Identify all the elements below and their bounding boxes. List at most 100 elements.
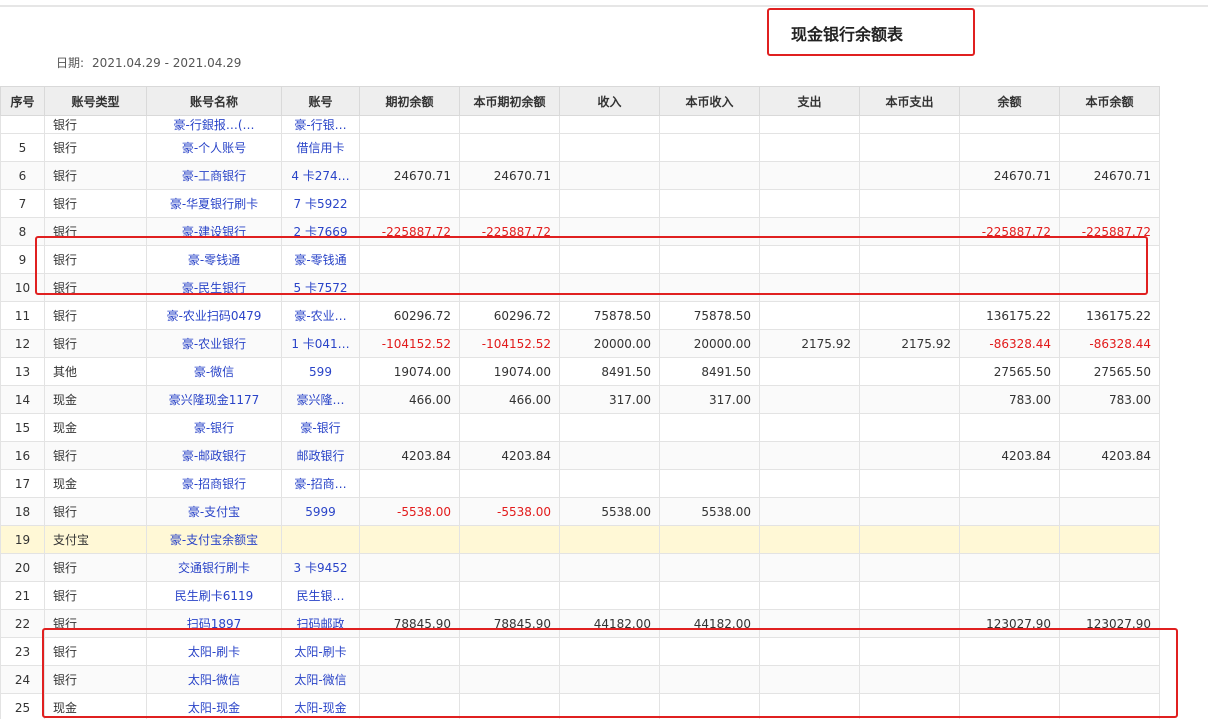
table-row[interactable]: 22 银行 扫码1897 扫码邮政 78845.90 78845.90 44182.00 44… [0, 609, 1160, 638]
table-cell-账号名称[interactable]: 豪-零钱通 [146, 245, 282, 274]
table-cell-支出 [759, 301, 860, 330]
table-cell-账号名称[interactable]: 豪-邮政银行 [146, 441, 282, 470]
table-row[interactable]: 25 现金 太阳-现金 太阳-现金 [0, 693, 1160, 719]
table-cell-账号[interactable]: 太阳-微信 [281, 665, 360, 694]
balance-table-container[interactable]: 序号 账号类型 账号名称 账号 期初余额 本币期初余额 收入 本币收入 支出 本币支出 余额 本币余额… [0, 86, 1160, 719]
table-cell-账号[interactable]: 2 卡7669 [281, 217, 360, 246]
table-cell-本币期初余额: 466.00 [459, 385, 560, 414]
column-header[interactable]: 账号名称 [146, 86, 282, 116]
table-row[interactable]: 17 现金 豪-招商银行 豪-招商… [0, 469, 1160, 498]
table-row[interactable]: 5 银行 豪-个人账号 借信用卡 [0, 133, 1160, 162]
table-row[interactable]: 13 其他 豪-微信 599 19074.00 19074.00 8491.50 8491.5… [0, 357, 1160, 386]
table-cell-账号名称[interactable]: 扫码1897 [146, 609, 282, 638]
table-cell-账号名称[interactable]: 豪-招商银行 [146, 469, 282, 498]
table-cell-账号[interactable]: 豪-招商… [281, 469, 360, 498]
table-row[interactable]: 10 银行 豪-民生银行 5 卡7572 [0, 273, 1160, 302]
table-cell-支出 [759, 525, 860, 554]
table-row[interactable]: 19 支付宝 豪-支付宝余额宝 [0, 525, 1160, 554]
table-cell-账号名称[interactable]: 太阳-现金 [146, 693, 282, 719]
table-cell-账号名称[interactable]: 豪-农业扫码0479 [146, 301, 282, 330]
table-cell-支出 [759, 581, 860, 610]
table-cell-本币收入 [659, 413, 760, 442]
column-header[interactable]: 本币期初余额 [459, 86, 560, 116]
table-cell-账号[interactable]: 豪-银行 [281, 413, 360, 442]
column-header[interactable]: 本币支出 [859, 86, 960, 116]
column-header[interactable]: 本币收入 [659, 86, 760, 116]
table-cell-本币期初余额: 4203.84 [459, 441, 560, 470]
table-cell-账号[interactable]: 7 卡5922 [281, 189, 360, 218]
table-row[interactable]: 12 银行 豪-农业银行 1 卡041… -104152.52 -104152.52 200… [0, 329, 1160, 358]
column-header[interactable]: 期初余额 [359, 86, 460, 116]
table-row[interactable]: 24 银行 太阳-微信 太阳-微信 [0, 665, 1160, 694]
table-cell-账号[interactable]: 借信用卡 [281, 133, 360, 162]
column-header[interactable]: 序号 [0, 86, 45, 116]
table-cell-账号[interactable]: 豪-农业… [281, 301, 360, 330]
table-cell-账号[interactable]: 豪-零钱通 [281, 245, 360, 274]
table-row[interactable]: 11 银行 豪-农业扫码0479 豪-农业… 60296.72 60296.72 75878… [0, 301, 1160, 330]
table-cell-账号名称[interactable]: 豪-工商银行 [146, 161, 282, 190]
column-header[interactable]: 账号类型 [44, 86, 147, 116]
table-row[interactable]: 20 银行 交通银行刷卡 3 卡9452 [0, 553, 1160, 582]
column-header[interactable]: 本币余额 [1059, 86, 1160, 116]
table-cell-本币期初余额: 19074.00 [459, 357, 560, 386]
table-row[interactable]: 23 银行 太阳-刷卡 太阳-刷卡 [0, 637, 1160, 666]
table-cell-账号名称[interactable]: 豪-银行 [146, 413, 282, 442]
table-cell-账号[interactable]: 豪兴隆… [281, 385, 360, 414]
table-cell-本币收入 [659, 273, 760, 302]
table-cell-账号名称[interactable]: 豪-微信 [146, 357, 282, 386]
table-cell-本币收入 [659, 553, 760, 582]
table-row[interactable]: 18 银行 豪-支付宝 5999 -5538.00 -5538.00 5538.00 5538… [0, 497, 1160, 526]
column-header[interactable]: 收入 [559, 86, 660, 116]
table-cell-账号[interactable]: 3 卡9452 [281, 553, 360, 582]
table-cell-余额 [959, 413, 1060, 442]
table-cell-账号名称[interactable]: 豪兴隆现金1177 [146, 385, 282, 414]
table-row[interactable]: 6 银行 豪-工商银行 4 卡274… 24670.71 24670.71 24670.71… [0, 161, 1160, 190]
table-cell-账号名称[interactable]: 豪-华夏银行刷卡 [146, 189, 282, 218]
table-cell-账号名称[interactable]: 豪-支付宝余额宝 [146, 525, 282, 554]
table-row[interactable]: 16 银行 豪-邮政银行 邮政银行 4203.84 4203.84 4203.84 4203.… [0, 441, 1160, 470]
top-divider [0, 5, 1208, 7]
table-cell-本币期初余额: -5538.00 [459, 497, 560, 526]
table-cell-本币支出 [859, 385, 960, 414]
table-cell-账号[interactable]: 599 [281, 357, 360, 386]
table-cell-账号名称[interactable]: 太阳-刷卡 [146, 637, 282, 666]
table-cell-账号[interactable]: 扫码邮政 [281, 609, 360, 638]
table-row[interactable]: 9 银行 豪-零钱通 豪-零钱通 [0, 245, 1160, 274]
table-cell-序号: 19 [0, 525, 45, 554]
table-cell-账号名称[interactable]: 豪-农业银行 [146, 329, 282, 358]
table-cell-本币支出 [859, 133, 960, 162]
table-cell-账号[interactable]: 民生银… [281, 581, 360, 610]
table-cell-账号[interactable]: 5999 [281, 497, 360, 526]
table-cell-账号名称[interactable]: 豪-民生银行 [146, 273, 282, 302]
table-row[interactable]: 8 银行 豪-建设银行 2 卡7669 -225887.72 -225887.72 -225… [0, 217, 1160, 246]
table-cell-账号名称[interactable]: 豪-建设银行 [146, 217, 282, 246]
table-cell-账号名称[interactable]: 豪-行銀报…(… [146, 115, 282, 134]
table-row[interactable]: 7 银行 豪-华夏银行刷卡 7 卡5922 [0, 189, 1160, 218]
column-header[interactable]: 账号 [281, 86, 360, 116]
table-cell-余额: 136175.22 [959, 301, 1060, 330]
table-cell-账号[interactable]: 太阳-刷卡 [281, 637, 360, 666]
table-row[interactable]: 14 现金 豪兴隆现金1177 豪兴隆… 466.00 466.00 317.00 317.0… [0, 385, 1160, 414]
table-cell-账号[interactable]: 邮政银行 [281, 441, 360, 470]
table-cell-账号[interactable]: 5 卡7572 [281, 273, 360, 302]
table-cell-账号[interactable]: 1 卡041… [281, 329, 360, 358]
table-cell-账号[interactable]: 太阳-现金 [281, 693, 360, 719]
table-cell-账号名称[interactable]: 太阳-微信 [146, 665, 282, 694]
table-cell-本币支出 [859, 469, 960, 498]
table-cell-账号[interactable]: 豪-行银… [281, 115, 360, 134]
table-cell-账号名称[interactable]: 豪-支付宝 [146, 497, 282, 526]
table-cell-账号名称[interactable]: 交通银行刷卡 [146, 553, 282, 582]
table-cell-本币余额: 27565.50 [1059, 357, 1160, 386]
table-row[interactable]: 银行 豪-行銀报…(… 豪-行银… [0, 115, 1160, 134]
column-header[interactable]: 余额 [959, 86, 1060, 116]
table-row[interactable]: 15 现金 豪-银行 豪-银行 [0, 413, 1160, 442]
table-cell-账号[interactable]: 4 卡274… [281, 161, 360, 190]
table-cell-本币支出 [859, 525, 960, 554]
column-header[interactable]: 支出 [759, 86, 860, 116]
table-cell-账号名称[interactable]: 民生刷卡6119 [146, 581, 282, 610]
table-cell-支出 [759, 637, 860, 666]
table-row[interactable]: 21 银行 民生刷卡6119 民生银… [0, 581, 1160, 610]
table-cell-账号名称[interactable]: 豪-个人账号 [146, 133, 282, 162]
table-cell-序号: 11 [0, 301, 45, 330]
table-cell-本币余额 [1059, 189, 1160, 218]
